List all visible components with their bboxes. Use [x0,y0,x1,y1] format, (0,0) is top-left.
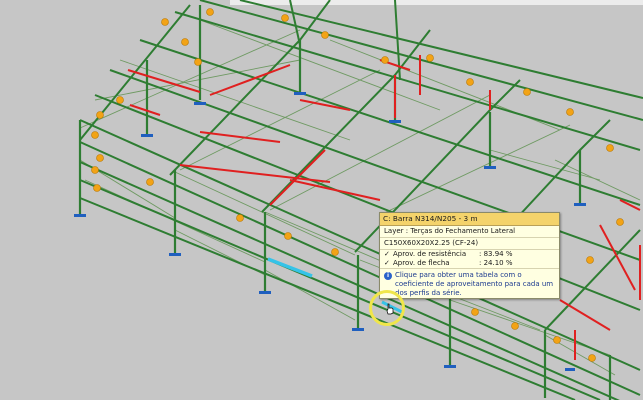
deflection-label: Aprov. de flecha [393,259,450,267]
tooltip-title: C: Barra N314/N205 - 3 m [380,213,559,226]
bracing-lines [79,19,641,376]
tooltip-layer: Layer : Terças do Fechamento Lateral [380,226,559,238]
check-icon: ✓ [384,259,390,267]
hand-cursor-icon [386,303,394,315]
resistance-check-row: ✓ Aprov. de resistência : 83.94 % [380,250,559,259]
viewport-3d[interactable]: C: Barra N314/N205 - 3 m Layer : Terças … [0,0,643,400]
tooltip-info-link[interactable]: i Clique para obter uma tabela com o coe… [380,268,559,300]
member-info-tooltip[interactable]: C: Barra N314/N205 - 3 m Layer : Terças … [379,212,560,299]
tooltip-info-text[interactable]: Clique para obter uma tabela com o coefi… [395,271,555,298]
deflection-value: : 24.10 % [479,259,513,267]
structure-model[interactable] [0,0,643,400]
resistance-value: : 83.94 % [479,250,513,258]
tooltip-profile: C150X60X20X2.25 (CF-24) [380,238,559,250]
check-icon: ✓ [384,250,390,258]
info-icon: i [384,272,392,280]
deflection-check-row: ✓ Aprov. de flecha : 24.10 % [380,259,559,268]
resistance-label: Aprov. de resistência [393,250,467,258]
